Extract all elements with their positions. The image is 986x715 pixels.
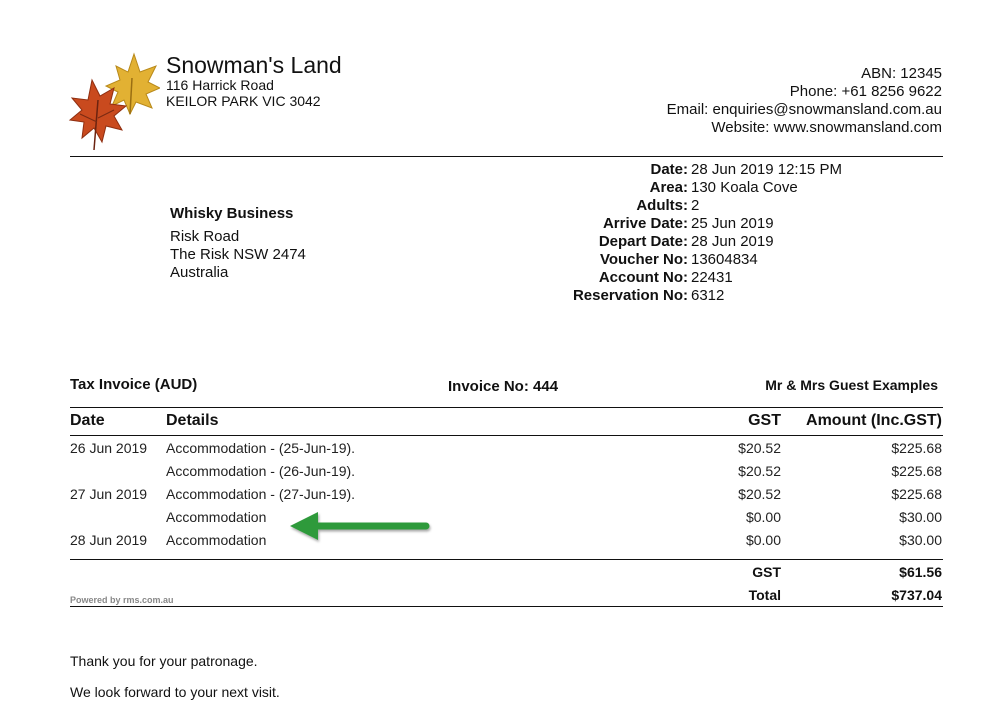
company-address: 116 Harrick Road KEILOR PARK VIC 3042 [166, 77, 321, 109]
table-row: 26 Jun 2019 Accommodation - (25-Jun-19).… [0, 439, 986, 459]
row-date: 26 Jun 2019 [70, 440, 148, 456]
table-row: Accommodation - (26-Jun-19). $20.52 $225… [0, 462, 986, 482]
row-date: 28 Jun 2019 [70, 532, 148, 548]
detail-label: Arrive Date: [602, 215, 688, 232]
invoice-title: Tax Invoice (AUD) [70, 376, 198, 393]
detail-row: Voucher No: 13604834 [540, 251, 842, 269]
detail-value: 2 [691, 197, 700, 214]
footer-divider [70, 606, 943, 607]
grand-total-label: Total [748, 587, 781, 603]
customer-line3: Australia [170, 264, 229, 281]
gst-total-label: GST [752, 564, 781, 580]
detail-label: Area: [649, 179, 688, 196]
detail-row: Reservation No: 6312 [540, 287, 842, 305]
row-date: 27 Jun 2019 [70, 486, 148, 502]
row-details: Accommodation [166, 509, 267, 525]
detail-row: Account No: 22431 [540, 269, 842, 287]
detail-label: Depart Date: [598, 233, 688, 250]
row-details: Accommodation [166, 532, 267, 548]
row-details: Accommodation - (25-Jun-19). [166, 440, 356, 456]
invoice-page: Snowman's Land 116 Harrick Road KEILOR P… [0, 0, 986, 715]
website: Website: www.snowmansland.com [711, 119, 942, 136]
totals-divider [70, 559, 943, 560]
detail-label: Account No: [598, 269, 688, 286]
detail-value: 6312 [691, 287, 725, 304]
row-details: Accommodation - (27-Jun-19). [166, 486, 356, 502]
col-header-date: Date [70, 412, 105, 429]
detail-row: Depart Date: 28 Jun 2019 [540, 233, 842, 251]
next-visit-text: We look forward to your next visit. [70, 684, 280, 700]
col-header-gst: GST [748, 412, 781, 429]
detail-row: Adults: 2 [540, 197, 842, 215]
row-amount: $30.00 [899, 509, 942, 525]
company-address-line1: 116 Harrick Road [166, 77, 274, 93]
detail-value: 28 Jun 2019 12:15 PM [691, 161, 842, 178]
autumn-leaves-logo [68, 52, 160, 151]
customer-address: Whisky Business Risk Road The Risk NSW 2… [170, 205, 306, 282]
row-gst: $20.52 [738, 463, 781, 479]
phone: Phone: +61 8256 9622 [789, 83, 942, 100]
row-gst: $0.00 [745, 532, 781, 548]
customer-name: Whisky Business [170, 205, 294, 222]
detail-label: Adults: [636, 197, 688, 214]
table-top-divider [70, 407, 943, 408]
detail-value: 13604834 [691, 251, 758, 268]
reservation-details: Date: 28 Jun 2019 12:15 PM Area: 130 Koala… [540, 161, 842, 305]
detail-value: 25 Jun 2019 [691, 215, 774, 232]
customer-line2: The Risk NSW 2474 [170, 246, 306, 263]
company-name: Snowman's Land [166, 52, 342, 78]
table-row: 28 Jun 2019 Accommodation $0.00 $30.00 [0, 531, 986, 551]
detail-row: Area: 130 Koala Cove [540, 179, 842, 197]
col-header-amount: Amount (Inc.GST) [806, 412, 942, 429]
header-row-divider [70, 435, 943, 436]
abn: ABN: 12345 [861, 65, 942, 82]
detail-row: Arrive Date: 25 Jun 2019 [540, 215, 842, 233]
invoice-number: Invoice No: 444 [448, 378, 559, 395]
table-row: Accommodation $0.00 $30.00 [0, 508, 986, 528]
left-arrow-icon [290, 512, 430, 540]
powered-by: Powered by rms.com.au [70, 595, 174, 605]
row-gst: $20.52 [738, 486, 781, 502]
col-header-details: Details [166, 412, 219, 429]
header-divider [70, 156, 943, 157]
detail-label: Reservation No: [572, 287, 688, 304]
row-amount: $225.68 [891, 486, 942, 502]
row-amount: $225.68 [891, 440, 942, 456]
table-row: 27 Jun 2019 Accommodation - (27-Jun-19).… [0, 485, 986, 505]
grand-total-value: $737.04 [891, 587, 942, 603]
row-gst: $0.00 [745, 509, 781, 525]
thank-you-text: Thank you for your patronage. [70, 653, 258, 669]
detail-row: Date: 28 Jun 2019 12:15 PM [540, 161, 842, 179]
detail-label: Date: [650, 161, 688, 178]
company-address-line2: KEILOR PARK VIC 3042 [166, 93, 321, 109]
email: Email: enquiries@snowmansland.com.au [666, 101, 942, 118]
detail-label: Voucher No: [599, 251, 688, 268]
row-details: Accommodation - (26-Jun-19). [166, 463, 356, 479]
customer-line1: Risk Road [170, 228, 240, 245]
gst-total-value: $61.56 [899, 564, 942, 580]
detail-value: 28 Jun 2019 [691, 233, 774, 250]
row-amount: $30.00 [899, 532, 942, 548]
detail-value: 130 Koala Cove [691, 179, 798, 196]
row-amount: $225.68 [891, 463, 942, 479]
company-contact: ABN: 12345 Phone: +61 8256 9622 Email: e… [667, 65, 942, 137]
row-gst: $20.52 [738, 440, 781, 456]
detail-value: 22431 [691, 269, 733, 286]
guest-name: Mr & Mrs Guest Examples [765, 377, 938, 393]
